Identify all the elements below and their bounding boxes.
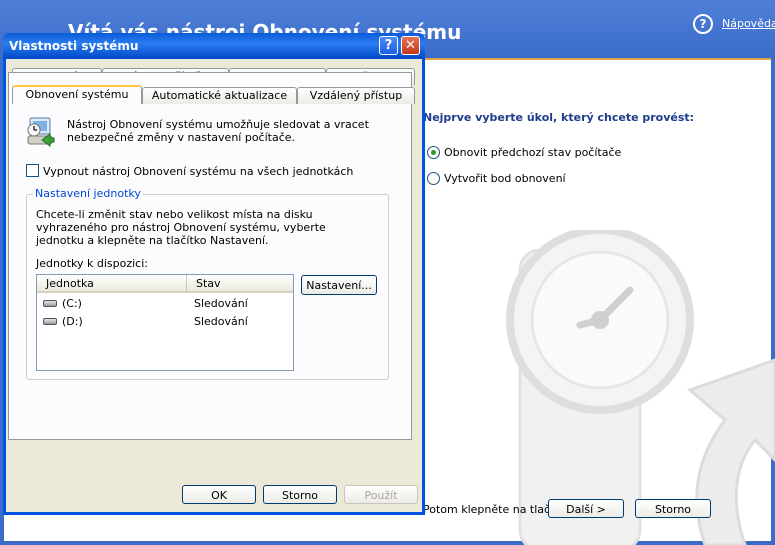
next-button[interactable]: Další > [548,499,624,518]
radio-button-selected[interactable] [427,145,440,159]
drive-name: (D:) [62,315,83,328]
drive-list[interactable]: Jednotka Stav (C:) Sledování (D:) Sledov… [36,274,294,371]
dialog-titlebar[interactable]: Vlastnosti systému ? ✕ [3,33,425,59]
drive-settings-group-title: Nastavení jednotky [33,187,143,200]
cancel-restore-button[interactable]: Storno [635,499,711,518]
help-link[interactable]: Nápověda [722,17,775,30]
help-button[interactable]: ? [379,36,398,55]
restore-option-label[interactable]: Obnovit předchozí stav počítače [444,146,621,159]
column-header-status[interactable]: Stav [187,275,293,293]
tab-system-restore[interactable]: Obnovení systému [12,85,142,104]
system-restore-description: Nástroj Obnovení systému umožňuje sledov… [67,118,369,144]
drive-status: Sledování [194,315,248,328]
create-point-option-label[interactable]: Vytvořit bod obnovení [444,172,566,185]
radio-button[interactable] [427,171,440,185]
drive-name: (C:) [62,297,82,310]
help-icon[interactable]: ? [693,14,713,34]
drive-row[interactable]: (C:) Sledování [37,296,293,312]
available-drives-label: Jednotky k dispozici: [36,257,148,270]
drive-settings-description: Chcete-li změnit stav nebo velikost míst… [36,208,326,247]
restore-option[interactable]: Obnovit předchozí stav počítače [427,144,621,160]
tab-automatic-updates[interactable]: Automatické aktualizace [142,87,297,104]
apply-button[interactable]: Použít [344,485,418,504]
settings-button[interactable]: Nastavení... [301,275,377,295]
hard-drive-icon [43,300,57,307]
disable-restore-checkbox[interactable] [26,164,39,177]
drive-row[interactable]: (D:) Sledování [37,314,293,330]
dialog-title: Vlastnosti systému [9,39,139,53]
clock-watermark-icon [506,230,775,545]
column-header-drive[interactable]: Jednotka [37,275,187,293]
drive-status: Sledování [194,297,248,310]
create-point-option[interactable]: Vytvořit bod obnovení [427,170,566,186]
tab-remote-access[interactable]: Vzdálený přístup [297,87,415,104]
system-restore-icon [27,117,55,147]
hard-drive-icon [43,318,57,325]
disable-restore-label[interactable]: Vypnout nástroj Obnovení systému na všec… [43,165,353,178]
ok-button[interactable]: OK [182,485,256,504]
task-heading: Nejprve vyberte úkol, který chcete prové… [423,111,695,124]
close-button[interactable]: ✕ [401,36,420,55]
cancel-button[interactable]: Storno [263,485,337,504]
